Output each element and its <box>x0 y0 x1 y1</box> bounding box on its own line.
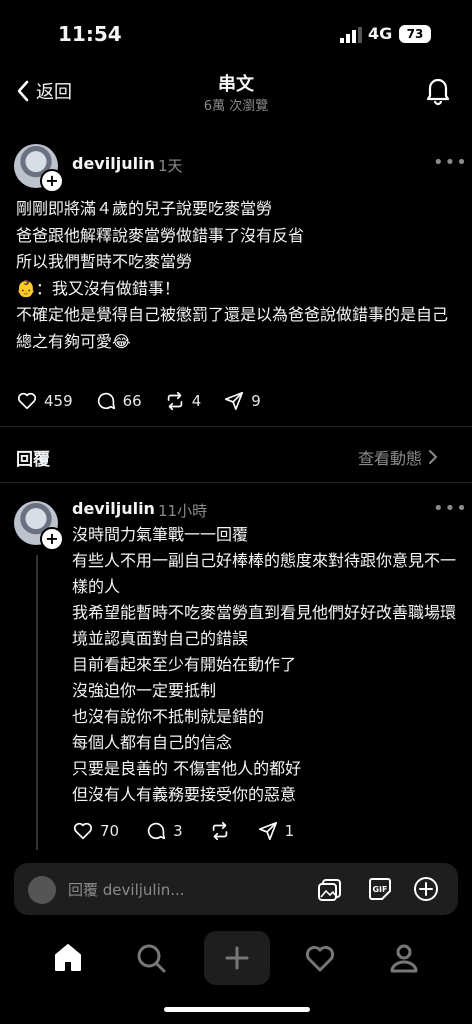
reply-text: 沒時間力氣筆戰一一回覆 有些人不用一副自己好棒棒的態度來對待跟你意見不一樣的人 … <box>72 522 462 808</box>
post-line: 總之有夠可愛😂 <box>16 331 131 351</box>
share-button[interactable]: 9 <box>223 390 261 412</box>
repost-button[interactable]: 4 <box>164 390 202 412</box>
share-count: 9 <box>251 392 261 410</box>
gif-icon[interactable]: GIF <box>366 875 394 903</box>
reply-line: 我希望能暫時不吃麥當勞直到看見他們好好改善職場環境並認真面對自己的錯誤 <box>72 603 457 648</box>
reply-line: 沒強迫你一定要抵制 <box>72 681 217 700</box>
image-icon[interactable] <box>316 875 344 903</box>
post-line: 所以我們暫時不吃麥當勞 <box>16 252 193 271</box>
view-activity-label: 查看動態 <box>358 449 423 468</box>
send-icon <box>225 391 244 411</box>
reply-line: 目前看起來至少有開始在動作了 <box>72 655 297 674</box>
profile-icon[interactable] <box>387 941 421 975</box>
plus-circle-icon[interactable] <box>412 875 440 903</box>
chevron-right-icon <box>429 450 438 464</box>
network-label: 4G <box>368 24 393 43</box>
reply-time: 11小時 <box>158 502 208 520</box>
reply-line: 每個人都有自己的信念 <box>72 733 233 752</box>
comment-icon <box>97 392 115 410</box>
reply-line: 但沒有人有義務要接受你的惡意 <box>72 785 297 804</box>
repost-count: 4 <box>191 392 202 410</box>
reply-actions: 70 3 1 <box>72 820 294 842</box>
reply-line: 也沒有說你不抵制就是錯的 <box>72 707 265 726</box>
post-line: 剛剛即將滿４歲的兒子說要吃麥當勞 <box>16 199 273 218</box>
plus-icon <box>225 946 249 970</box>
reply-follow-button[interactable]: + <box>40 527 64 551</box>
heart-icon <box>73 822 93 840</box>
reply-like-button[interactable]: 70 <box>72 820 119 842</box>
repost-icon <box>212 821 227 841</box>
search-icon[interactable] <box>134 941 168 975</box>
home-indicator <box>164 1007 310 1012</box>
reply-line: 沒時間力氣筆戰一一回覆 <box>72 525 249 544</box>
signal-icon <box>340 27 362 43</box>
view-count: 6萬 次瀏覽 <box>203 99 269 114</box>
reply-comment-count: 3 <box>173 822 183 840</box>
replies-heading: 回覆 <box>16 450 50 470</box>
post-line: 爸爸跟他解釋說麥當勞做錯事了沒有反省 <box>16 225 305 245</box>
svg-text:GIF: GIF <box>372 885 387 894</box>
send-icon <box>258 821 277 841</box>
activity-heart-icon[interactable] <box>303 941 337 975</box>
divider <box>0 482 472 483</box>
status-time: 11:54 <box>58 22 122 46</box>
reply-input[interactable]: 回覆 deviljulin... <box>68 879 185 900</box>
comment-icon <box>148 822 166 840</box>
reply-repost-button[interactable] <box>209 820 231 842</box>
post-actions: 459 66 4 9 <box>16 390 261 412</box>
post-text: 剛剛即將滿４歲的兒子說要吃麥當勞 爸爸跟他解釋說麥當勞做錯事了沒有反省 所以我們… <box>16 196 456 355</box>
reply-username[interactable]: deviljulin <box>72 499 155 518</box>
comment-count: 66 <box>122 392 142 410</box>
home-icon[interactable] <box>51 941 85 975</box>
view-activity-link[interactable]: 查看動態 <box>358 445 438 469</box>
comment-button[interactable]: 66 <box>95 390 142 412</box>
thread-line <box>36 555 38 850</box>
divider <box>0 426 472 427</box>
page-title: 串文 <box>218 74 254 95</box>
reply-line: 只要是良善的 不傷害他人的都好 <box>72 759 302 778</box>
post-time: 1天 <box>158 157 183 175</box>
create-button[interactable] <box>204 931 270 985</box>
like-count: 459 <box>44 392 73 410</box>
reply-composer[interactable]: 回覆 deviljulin... GIF <box>14 863 458 915</box>
reply-like-count: 70 <box>100 822 120 840</box>
post-line: 不確定他是覺得自己被懲罰了還是以為爸爸說做錯事的是自己 <box>16 305 449 324</box>
repost-icon <box>167 391 182 411</box>
reply-line: 有些人不用一副自己好棒棒的態度來對待跟你意見不一樣的人 <box>72 551 457 596</box>
bell-icon[interactable] <box>422 74 454 106</box>
like-button[interactable]: 459 <box>16 390 73 412</box>
reply-share-button[interactable]: 1 <box>257 820 295 842</box>
reply-more-button[interactable]: ••• <box>433 498 468 519</box>
post-line: 👶：我又沒有做錯事！ <box>16 278 180 298</box>
heart-icon <box>17 392 37 410</box>
follow-button[interactable]: + <box>40 169 64 193</box>
post-username[interactable]: deviljulin <box>72 154 155 173</box>
battery-indicator: 73 <box>399 25 431 43</box>
reply-share-count: 1 <box>284 822 295 840</box>
reply-comment-button[interactable]: 3 <box>145 820 183 842</box>
composer-avatar <box>28 876 56 904</box>
more-options-button[interactable]: ••• <box>433 152 468 173</box>
